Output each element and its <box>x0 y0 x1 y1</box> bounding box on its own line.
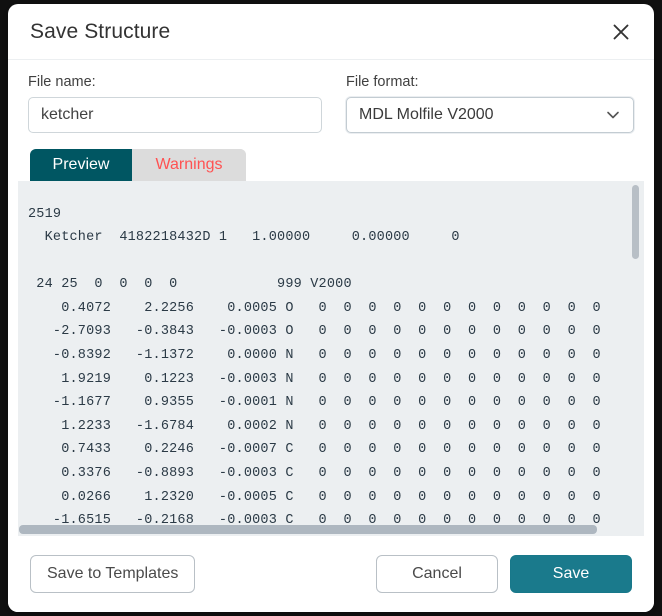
vertical-scrollbar[interactable] <box>632 185 639 515</box>
form-fields: File name: File format: MDL Molfile V200… <box>8 60 654 133</box>
tab-warnings[interactable]: Warnings <box>132 149 246 181</box>
file-name-input[interactable] <box>28 97 322 133</box>
preview-pane[interactable]: 2519 Ketcher 4182218432D 1 1.00000 0.000… <box>18 181 644 536</box>
dialog-footer: Save to Templates Cancel Save <box>8 536 654 612</box>
dialog-header: Save Structure <box>8 4 654 60</box>
horizontal-scrollbar[interactable] <box>18 525 642 534</box>
horizontal-scrollbar-thumb[interactable] <box>19 525 597 534</box>
molfile-preview-text: 2519 Ketcher 4182218432D 1 1.00000 0.000… <box>28 206 601 529</box>
file-format-field-group: File format: MDL Molfile V2000 <box>346 74 634 133</box>
footer-actions: Cancel Save <box>376 555 632 593</box>
close-icon[interactable] <box>606 17 636 47</box>
tab-preview[interactable]: Preview <box>30 149 132 181</box>
file-format-select[interactable]: MDL Molfile V2000 <box>346 97 634 133</box>
save-to-templates-button[interactable]: Save to Templates <box>30 555 196 593</box>
file-name-label: File name: <box>28 74 96 90</box>
preview-tabs: Preview Warnings <box>30 149 246 181</box>
cancel-button[interactable]: Cancel <box>376 555 498 593</box>
save-structure-dialog: Save Structure File name: File format: M… <box>8 4 654 612</box>
file-format-label: File format: <box>346 74 419 90</box>
page-title: Save Structure <box>30 19 171 43</box>
file-name-field-group: File name: <box>28 74 322 133</box>
chevron-down-icon <box>605 107 621 123</box>
save-button[interactable]: Save <box>510 555 632 593</box>
file-format-selected-value: MDL Molfile V2000 <box>359 106 494 123</box>
vertical-scrollbar-thumb[interactable] <box>632 185 639 259</box>
